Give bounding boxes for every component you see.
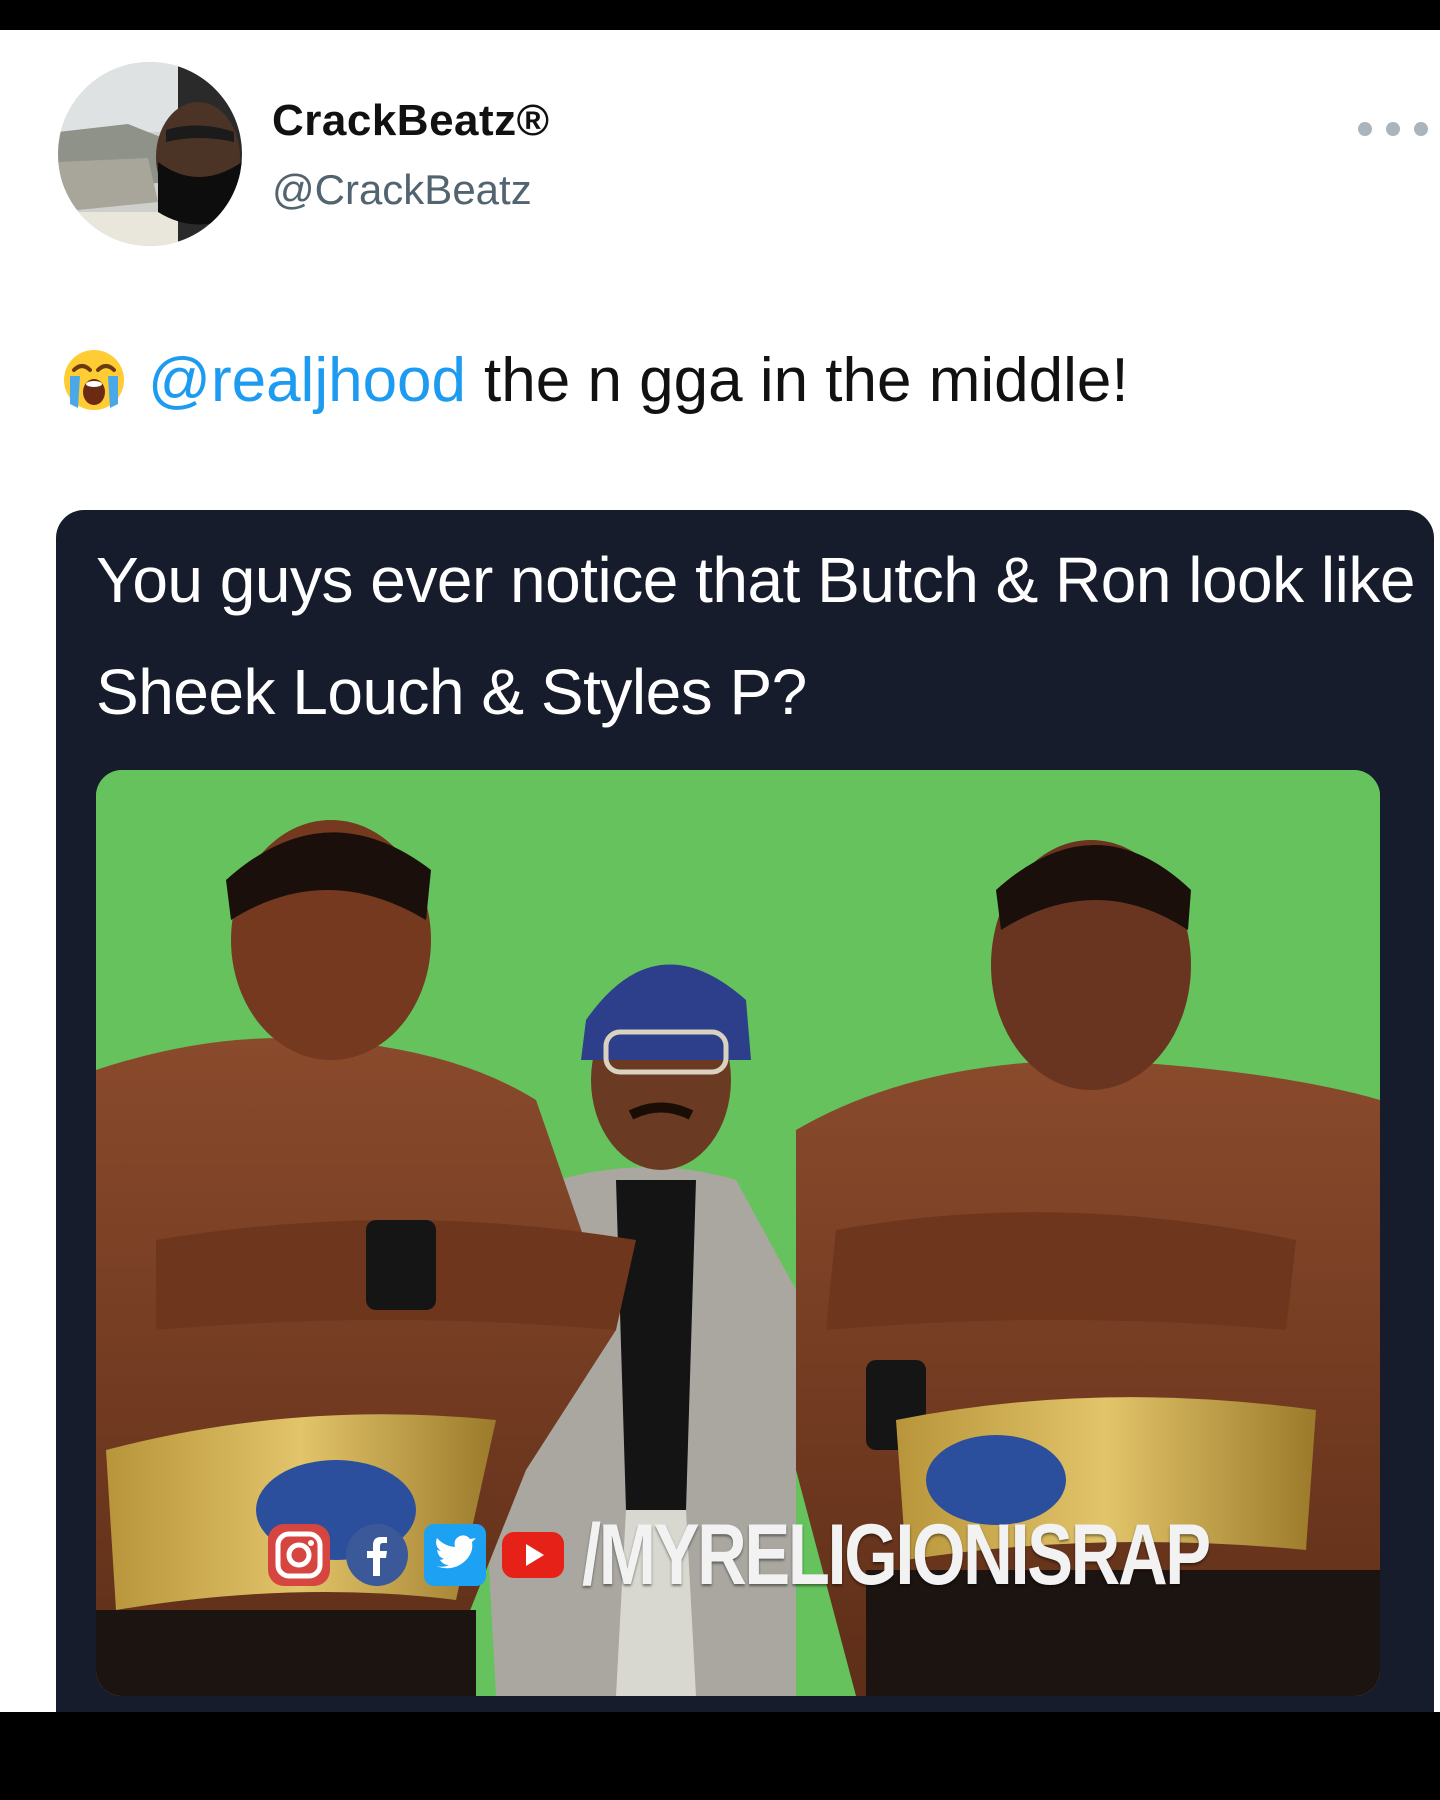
- avatar-photo-icon: [58, 62, 242, 246]
- media-caption: You guys ever notice that Butch & Ron lo…: [96, 544, 1415, 728]
- dot-icon: [1414, 122, 1428, 136]
- more-options-button[interactable]: [1358, 114, 1428, 144]
- tweet-body-text: the n gga in the middle!: [484, 345, 1129, 415]
- mention-link[interactable]: @realjhood: [148, 345, 466, 416]
- loudly-crying-face-icon: [64, 350, 124, 410]
- tweet-header: CrackBeatz® @CrackBeatz: [58, 62, 1428, 252]
- display-name[interactable]: CrackBeatz®: [272, 96, 550, 146]
- bottom-black-bar: [0, 1712, 1440, 1800]
- facebook-icon: [346, 1524, 408, 1586]
- quoted-media-card[interactable]: You guys ever notice that Butch & Ron lo…: [56, 510, 1434, 1712]
- twitter-icon: [424, 1524, 486, 1586]
- wrestlers-photo[interactable]: /MYRELIGIONISRAP: [96, 770, 1380, 1696]
- youtube-icon: [502, 1532, 564, 1578]
- dot-icon: [1386, 122, 1400, 136]
- watermark-text: /MYRELIGIONISRAP: [582, 1506, 1211, 1603]
- tweet-text: @realjhood the n gga in the middle!: [62, 340, 1129, 420]
- dot-icon: [1358, 122, 1372, 136]
- instagram-icon: [268, 1524, 330, 1586]
- watermark: /MYRELIGIONISRAP: [266, 1507, 1365, 1603]
- top-black-bar: [0, 0, 1440, 30]
- user-avatar[interactable]: [58, 62, 242, 246]
- user-handle[interactable]: @CrackBeatz: [272, 166, 532, 214]
